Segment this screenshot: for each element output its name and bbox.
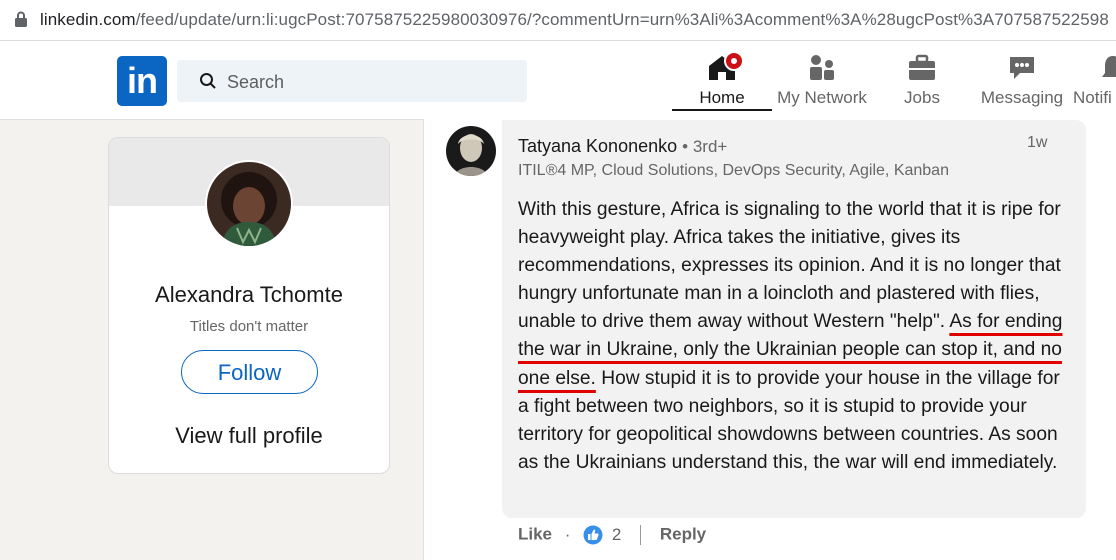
comment-timestamp: 1w (1027, 134, 1048, 151)
profile-card: Alexandra Tchomte Titles don't matter Fo… (108, 137, 390, 474)
search-box[interactable] (177, 60, 527, 104)
nav-messaging[interactable]: Messaging (978, 52, 1066, 114)
notification-badge (724, 51, 744, 71)
actions-divider (640, 524, 642, 545)
connection-degree: • 3rd+ (682, 137, 728, 156)
view-full-profile-link[interactable]: View full profile (109, 423, 389, 449)
url-host: linkedin.com (40, 10, 136, 29)
comment-text: With this gesture, Africa is signaling t… (518, 196, 1064, 477)
nav-notifications[interactable]: Notifi (1073, 52, 1116, 114)
nav-home-label: Home (699, 88, 745, 107)
nav-my-network-label: My Network (777, 88, 867, 107)
comment-actions: Like · 2 Reply (518, 524, 706, 548)
profile-avatar[interactable] (205, 160, 293, 248)
nav-jobs-label: Jobs (904, 88, 940, 107)
comment-author-line: Tatyana Kononenko • 3rd+ (518, 136, 727, 157)
reaction-count[interactable]: 2 (612, 525, 621, 544)
like-button[interactable]: Like (518, 525, 552, 544)
lock-icon (15, 11, 27, 27)
briefcase-icon (909, 54, 935, 80)
bell-icon (1102, 56, 1116, 77)
like-reaction-icon[interactable] (583, 525, 603, 545)
nav-my-network[interactable]: My Network (772, 52, 872, 114)
browser-address-bar[interactable]: linkedin.com/feed/update/urn:li:ugcPost:… (0, 0, 1116, 41)
nav-messaging-label: Messaging (980, 88, 1064, 107)
avatar-image (207, 162, 291, 246)
nav-active-indicator (672, 109, 772, 111)
nav-home[interactable]: Home (682, 52, 762, 114)
url-path: /feed/update/urn:li:ugcPost:707587522598… (135, 10, 1109, 29)
url-text[interactable]: linkedin.com/feed/update/urn:li:ugcPost:… (40, 10, 1109, 30)
follow-button[interactable]: Follow (181, 350, 318, 394)
search-input[interactable] (225, 60, 519, 104)
search-icon (200, 73, 216, 89)
profile-name[interactable]: Alexandra Tchomte (109, 282, 389, 308)
commenter-avatar-image (446, 126, 496, 176)
commenter-avatar[interactable] (446, 126, 496, 176)
comment-author-name[interactable]: Tatyana Kononenko (518, 136, 677, 156)
network-icon (810, 55, 834, 80)
nav-notifications-label: Notifi (1073, 88, 1112, 107)
profile-headline: Titles don't matter (189, 318, 309, 335)
comment-author-headline: ITIL®4 MP, Cloud Solutions, DevOps Secur… (518, 162, 949, 179)
messaging-icon (1010, 57, 1034, 79)
linkedin-logo[interactable]: in (117, 56, 167, 106)
reply-button[interactable]: Reply (660, 525, 706, 544)
comment-text-part: How stupid it is to provide your house i… (518, 367, 1060, 473)
separator-dot: · (564, 524, 571, 544)
nav-jobs[interactable]: Jobs (892, 52, 952, 114)
